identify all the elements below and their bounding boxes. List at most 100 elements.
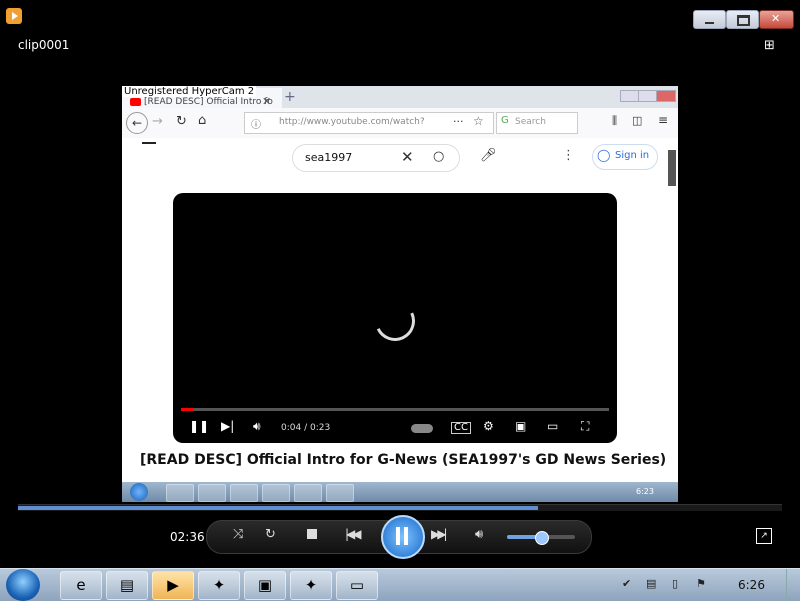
inner-task-button: [262, 484, 290, 502]
back-icon[interactable]: ←: [126, 112, 148, 134]
forward-icon[interactable]: →: [152, 114, 163, 129]
sign-in-button[interactable]: ◯ Sign in: [592, 144, 658, 170]
inner-start-orb-icon: [130, 483, 148, 501]
pause-icon[interactable]: ❚❚: [189, 419, 209, 433]
inner-task-button: [198, 484, 226, 502]
youtube-page: sea1997 ✕ ○ 🎤︎ ⋮ ◯ Sign in ❚❚ ▶| 🔊︎ 0:04…: [122, 138, 678, 482]
mic-icon[interactable]: 🎤︎: [480, 148, 497, 163]
minimize-button[interactable]: [693, 10, 726, 29]
search-engine-icon: G: [501, 115, 509, 126]
reload-icon[interactable]: ↻: [176, 114, 187, 129]
browser-maximize-button[interactable]: [638, 90, 658, 102]
search-icon[interactable]: ○: [433, 149, 444, 164]
flag-icon[interactable]: ⚑: [696, 577, 706, 590]
ie-icon: e: [76, 576, 86, 594]
tab-title: [READ DESC] Official Intro fo: [144, 97, 273, 107]
inner-taskbar: 6:23: [122, 482, 678, 502]
media-player-icon: [6, 8, 22, 24]
yt-search-input[interactable]: sea1997 ✕ ○: [292, 144, 460, 172]
switch-to-library-icon[interactable]: ⊞: [764, 38, 782, 54]
tab-close-icon[interactable]: ✕: [262, 95, 271, 108]
miniplayer-icon[interactable]: ▣: [515, 419, 526, 433]
browser-close-button[interactable]: [656, 90, 676, 102]
show-desktop-button[interactable]: [786, 569, 800, 601]
start-button[interactable]: [6, 569, 40, 601]
taskbar: ✔ ▤ ▯ ⚑ 6:26 e ▤ ▶ ✦ ▣ ✦ ▭: [0, 568, 800, 601]
library-icon[interactable]: ⫼: [612, 114, 617, 128]
window-titlebar: [0, 0, 800, 30]
new-tab-icon[interactable]: +: [284, 89, 296, 105]
close-button[interactable]: [759, 10, 794, 29]
shuffle-icon[interactable]: ⤨: [233, 527, 243, 542]
video-progress-fill: [181, 408, 194, 411]
app-icon: ✦: [304, 576, 318, 594]
volume-thumb[interactable]: [535, 531, 549, 545]
taskbar-button-explorer[interactable]: ▤: [106, 571, 148, 600]
captions-icon[interactable]: CC: [451, 422, 471, 434]
yt-menu-icon[interactable]: [142, 142, 156, 144]
inner-clock: 6:23: [636, 487, 654, 496]
video-progress-bar[interactable]: [181, 408, 609, 411]
page-scrollbar[interactable]: [668, 150, 676, 186]
yt-search-query: sea1997: [305, 151, 353, 164]
next-icon[interactable]: ▶▶|: [431, 527, 447, 541]
page-actions-icon[interactable]: ···: [453, 115, 464, 128]
menu-icon[interactable]: ≡: [658, 113, 668, 127]
maximize-button[interactable]: [726, 10, 759, 29]
url-bar[interactable]: ⓘ http://www.youtube.com/watch? ··· ☆: [244, 112, 494, 134]
repeat-icon[interactable]: ↻: [265, 527, 276, 542]
more-options-icon[interactable]: ⋮: [562, 148, 575, 163]
hypercam-watermark: Unregistered HyperCam 2: [122, 86, 257, 97]
action-center-icon[interactable]: ✔: [622, 577, 631, 590]
sign-in-label: Sign in: [615, 150, 650, 161]
transport-controls: ⤨ ↻ |◀◀ ▶▶| 🔊︎: [206, 515, 592, 559]
bookmark-star-icon[interactable]: ☆: [473, 114, 484, 128]
loading-spinner-icon: [369, 295, 421, 347]
media-player-icon: ▶: [167, 576, 179, 594]
taskbar-button-ie[interactable]: e: [60, 571, 102, 600]
volume-slider[interactable]: [507, 531, 575, 545]
taskbar-button-app3[interactable]: ✦: [290, 571, 332, 600]
url-text: http://www.youtube.com/watch?: [279, 117, 425, 127]
clock[interactable]: 6:26: [738, 578, 765, 592]
window-icon: ▭: [349, 576, 365, 594]
fullscreen-icon[interactable]: ⛶: [581, 419, 589, 434]
switch-to-fullscreen-icon[interactable]: ↗: [756, 528, 772, 544]
browser-search-box[interactable]: G Search: [496, 112, 578, 134]
elapsed-time: 02:36: [170, 530, 205, 544]
taskbar-button-app1[interactable]: ✦: [198, 571, 240, 600]
pause-button[interactable]: [381, 515, 425, 559]
home-icon[interactable]: ⌂: [198, 113, 206, 128]
taskbar-button-app4[interactable]: ▭: [336, 571, 378, 600]
clear-search-icon[interactable]: ✕: [401, 148, 414, 166]
settings-gear-icon[interactable]: ⚙: [483, 419, 494, 433]
app-icon: ✦: [212, 576, 226, 594]
browser-navbar: ← → ↻ ⌂ ⓘ http://www.youtube.com/watch? …: [122, 108, 678, 139]
theater-mode-icon[interactable]: ▭: [547, 419, 558, 433]
next-video-icon[interactable]: ▶|: [221, 419, 234, 433]
folder-icon: ▤: [119, 576, 135, 594]
seek-bar-fill: [18, 506, 538, 510]
youtube-video-player[interactable]: ❚❚ ▶| 🔊︎ 0:04 / 0:23 CC ⚙ ▣ ▭ ⛶: [173, 193, 617, 443]
tray-app-icon[interactable]: ▯: [672, 577, 678, 590]
video-time: 0:04 / 0:23: [281, 423, 331, 433]
video-frame[interactable]: [READ DESC] Official Intro fo ✕ Unregist…: [122, 86, 678, 502]
mute-icon[interactable]: 🔊︎: [475, 527, 483, 542]
sidebar-icon[interactable]: ◫: [632, 114, 642, 127]
volume-icon[interactable]: 🔊︎: [253, 419, 261, 434]
browser-tab-bar: [READ DESC] Official Intro fo ✕ Unregist…: [122, 86, 678, 108]
video-title: [READ DESC] Official Intro for G-News (S…: [140, 452, 667, 468]
taskbar-button-wmp[interactable]: ▶: [152, 571, 194, 600]
site-info-icon[interactable]: ⓘ: [251, 116, 261, 131]
network-icon[interactable]: ▤: [646, 577, 656, 590]
monitor-icon: ▣: [257, 576, 273, 594]
stop-icon[interactable]: [307, 529, 317, 539]
search-placeholder: Search: [515, 117, 546, 127]
previous-icon[interactable]: |◀◀: [345, 527, 361, 541]
account-icon: ◯: [597, 148, 611, 162]
browser-minimize-button[interactable]: [620, 90, 640, 102]
taskbar-button-app2[interactable]: ▣: [244, 571, 286, 600]
autoplay-toggle[interactable]: [411, 424, 433, 433]
seek-bar[interactable]: [18, 504, 782, 511]
inner-task-button: [326, 484, 354, 502]
